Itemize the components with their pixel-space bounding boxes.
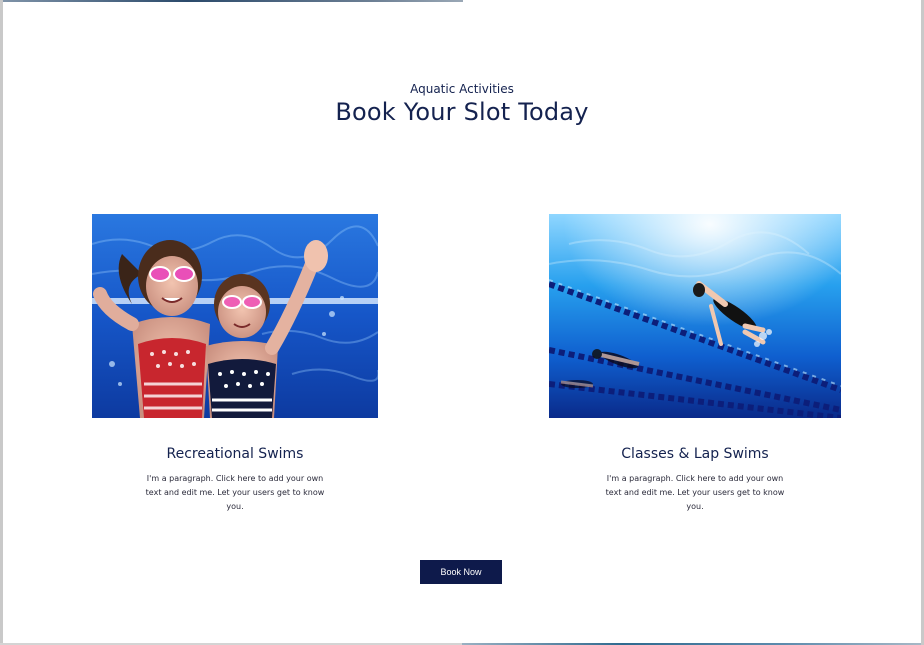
kids-underwater-illustration xyxy=(92,214,378,418)
section-heading: Book Your Slot Today xyxy=(335,98,589,126)
classes-lap-swims-image[interactable] xyxy=(549,214,841,418)
card-title-lap-swims: Classes & Lap Swims xyxy=(621,446,769,462)
recreational-swims-image[interactable] xyxy=(92,214,378,418)
card-title-recreational: Recreational Swims xyxy=(166,446,304,462)
card-paragraph-lap-swims: I'm a paragraph. Click here to add your … xyxy=(605,474,785,511)
top-image-strip xyxy=(3,0,463,2)
lap-swimmers-illustration xyxy=(549,214,841,418)
card-paragraph-recreational: I'm a paragraph. Click here to add your … xyxy=(145,474,325,511)
book-now-button[interactable]: Book Now xyxy=(420,560,502,584)
section-eyebrow: Aquatic Activities xyxy=(410,82,514,96)
window-left-border xyxy=(0,0,3,645)
page: Aquatic Activities Book Your Slot Today xyxy=(0,0,924,645)
